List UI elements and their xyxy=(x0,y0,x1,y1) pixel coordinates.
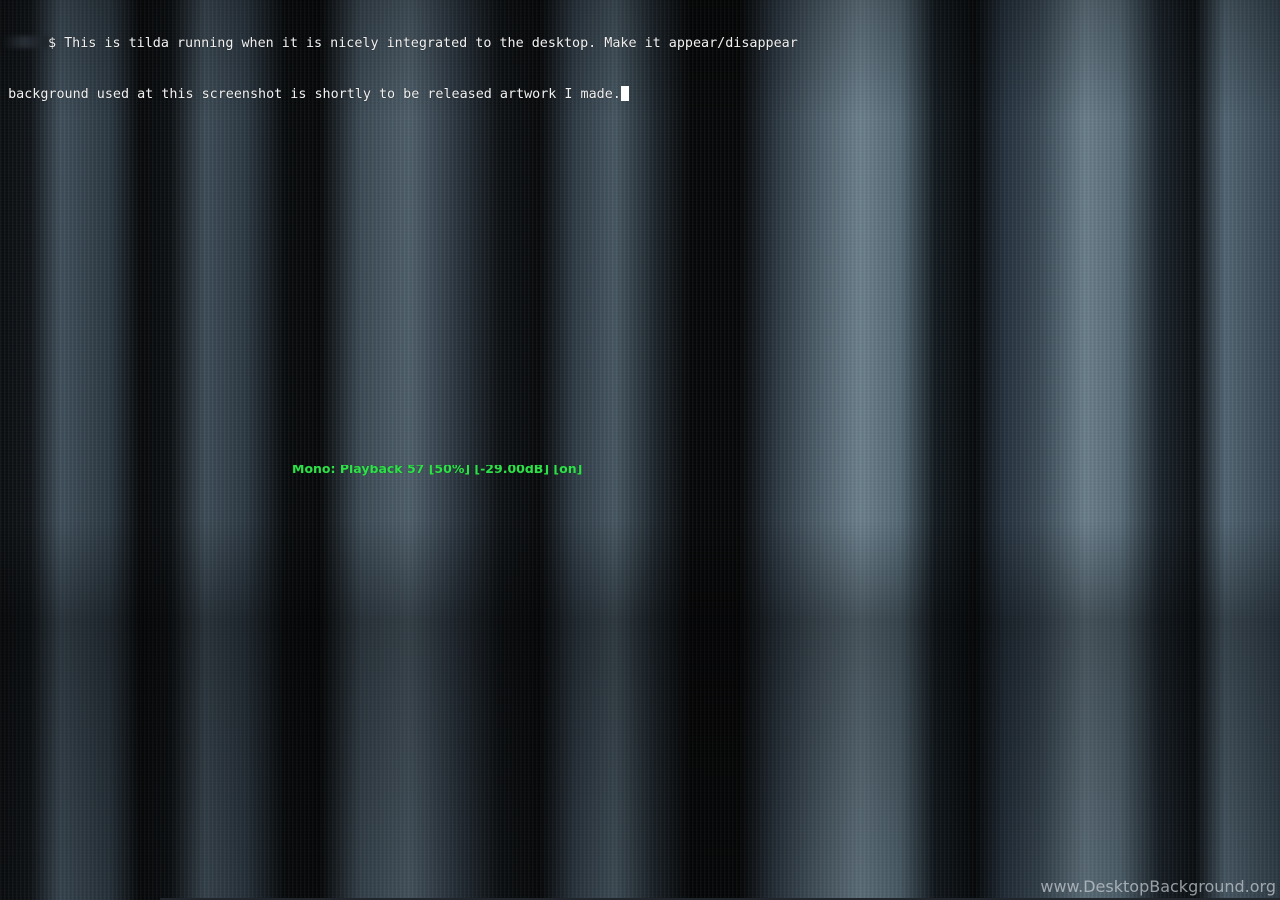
watermark-text: www.DesktopBackground.org xyxy=(1040,877,1276,896)
terminal-line-1-text: $ This is tilda running when it is nicel… xyxy=(48,36,798,51)
terminal-line-1: $ This is tilda running when it is nicel… xyxy=(0,35,1280,52)
block-cursor-icon xyxy=(620,86,629,101)
terminal-line-2-text: e background used at this screenshot is … xyxy=(0,87,621,102)
terminal-line-2: e background used at this screenshot is … xyxy=(0,86,1280,103)
tilda-terminal[interactable]: $ This is tilda running when it is nicel… xyxy=(0,0,1280,137)
desktop-background: $ This is tilda running when it is nicel… xyxy=(0,0,1280,900)
volume-status-overlay: Mono: Playback 57 [50%] [-29.00dB] [on] xyxy=(292,461,583,476)
blurred-prompt-user xyxy=(0,36,48,48)
